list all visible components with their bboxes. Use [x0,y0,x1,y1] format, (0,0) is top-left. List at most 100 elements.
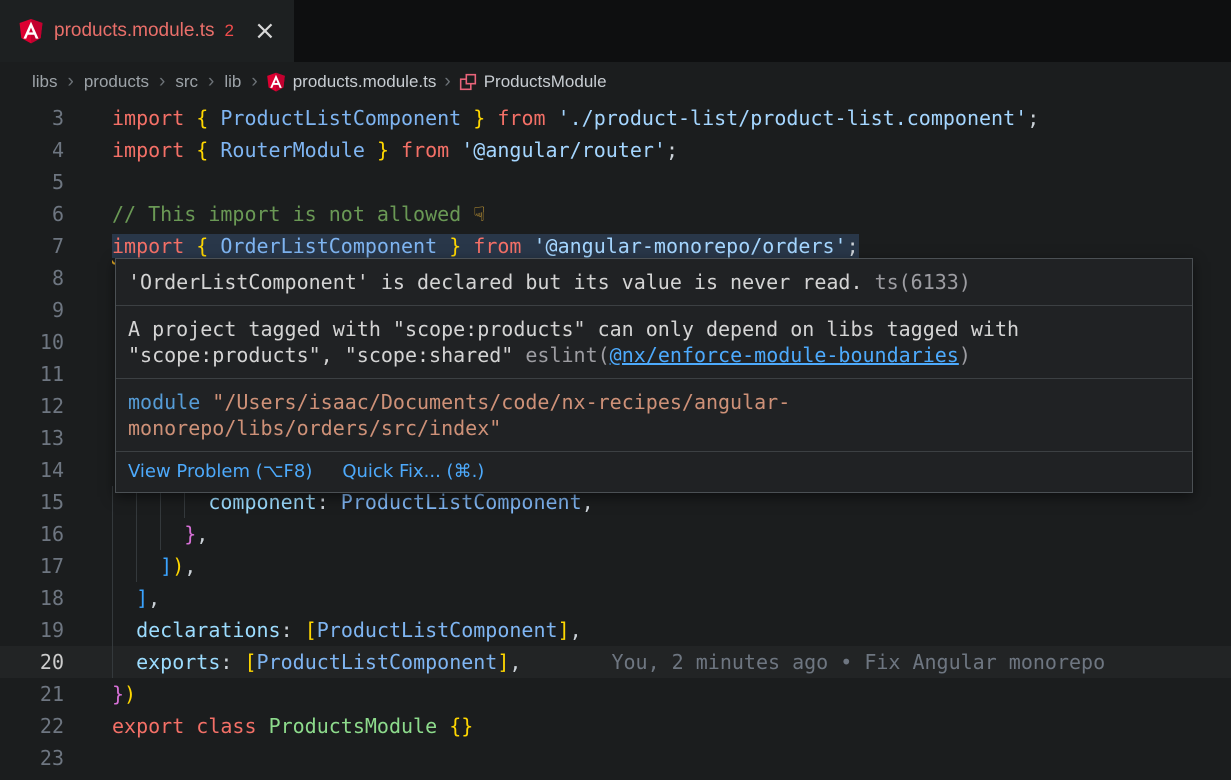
breadcrumb-item[interactable]: products [82,72,151,92]
code-line-3[interactable]: 3import { ProductListComponent } from '.… [0,102,1231,134]
code-token: } [112,682,124,706]
line-number[interactable]: 12 [0,390,64,422]
code-token [112,618,136,642]
line-number[interactable]: 6 [0,198,64,230]
code-line-22[interactable]: 22export class ProductsModule {} [0,710,1231,742]
view-problem-action[interactable]: View Problem (⌥F8) [128,459,312,485]
code-token [208,106,220,130]
code-token: component [208,490,316,514]
code-token: ☟ [473,202,485,226]
code-text: import { ProductListComponent } from './… [64,102,1231,134]
code-text [64,166,1231,198]
code-line-17[interactable]: 17 ]), [0,550,1231,582]
code-token [437,714,449,738]
code-line-21[interactable]: 21}) [0,678,1231,710]
code-token [184,234,196,258]
indent-guide [112,518,113,550]
line-number[interactable]: 17 [0,550,64,582]
code-token: , [148,586,160,610]
code-token: class [196,714,256,738]
ts-diagnostic-source: ts(6133) [875,270,971,294]
code-token [437,234,449,258]
line-number[interactable]: 21 [0,678,64,710]
eslint-rule-link[interactable]: @nx/enforce-module-boundaries [610,343,959,367]
indent-guide [136,550,137,582]
chevron-right-icon: › [243,71,265,93]
indent-guide [160,518,161,550]
ts-diagnostic-message: 'OrderListComponent' is declared but its… [128,270,863,294]
chevron-right-icon: › [436,71,458,93]
breadcrumb-item[interactable]: libs [30,72,60,92]
line-number[interactable]: 10 [0,326,64,358]
breadcrumb-symbol[interactable]: ProductsModule [459,72,607,92]
code-line-19[interactable]: 19 declarations: [ProductListComponent], [0,614,1231,646]
line-number[interactable]: 7 [0,230,64,262]
hover-ts-diagnostic: 'OrderListComponent' is declared but its… [116,259,1192,305]
close-icon[interactable]: × [254,18,276,44]
code-token: '@angular-monorepo/orders' [534,234,847,258]
tab-products-module[interactable]: products.module.ts 2 × [0,0,294,62]
breadcrumb-item[interactable]: src [173,72,200,92]
breadcrumb-item[interactable]: lib [222,72,243,92]
line-number[interactable]: 13 [0,422,64,454]
breadcrumb: libs›products›src›lib› products.module.t… [0,62,1231,102]
code-token: ] [497,650,509,674]
class-symbol-icon [459,73,477,91]
code-token: from [401,138,449,162]
code-token: { [196,234,208,258]
angular-icon [18,18,44,44]
code-token: declarations [136,618,281,642]
code-text: import { RouterModule } from '@angular/r… [64,134,1231,166]
code-line-5[interactable]: 5 [0,166,1231,198]
indent-guide [112,614,113,646]
code-token: , [196,522,208,546]
code-line-20[interactable]: 20 exports: [ProductListComponent],You, … [0,646,1231,678]
code-token: } [473,106,485,130]
code-token [184,714,196,738]
code-token: { [196,138,208,162]
code-token: } [184,522,196,546]
line-number[interactable]: 5 [0,166,64,198]
line-number[interactable]: 8 [0,262,64,294]
eslint-source-suffix: ) [959,343,971,367]
chevron-right-icon: › [60,71,82,93]
code-token [112,650,136,674]
line-number[interactable]: 22 [0,710,64,742]
code-token [461,234,473,258]
code-line-6[interactable]: 6// This import is not allowed ☟ [0,198,1231,230]
code-token [208,234,220,258]
line-number[interactable]: 18 [0,582,64,614]
line-number[interactable]: 23 [0,742,64,774]
quick-fix-action[interactable]: Quick Fix... (⌘.) [342,459,484,485]
code-token [184,138,196,162]
line-number[interactable]: 14 [0,454,64,486]
code-line-4[interactable]: 4import { RouterModule } from '@angular/… [0,134,1231,166]
code-line-23[interactable]: 23 [0,742,1231,774]
code-token: ] [160,554,172,578]
code-token: [ [305,618,317,642]
vscode-editor-window: products.module.ts 2 × libs›products›src… [0,0,1231,780]
code-text [64,742,1231,774]
code-token: ) [124,682,136,706]
code-token [449,138,461,162]
code-token: import [112,106,184,130]
code-token: ] [558,618,570,642]
line-number[interactable]: 4 [0,134,64,166]
breadcrumb-file[interactable]: products.module.ts [266,72,437,92]
line-number[interactable]: 9 [0,294,64,326]
line-number[interactable]: 16 [0,518,64,550]
code-line-18[interactable]: 18 ], [0,582,1231,614]
line-number[interactable]: 20 [0,646,64,678]
code-text: ], [64,582,1231,614]
code-token: ; [1027,106,1039,130]
line-number[interactable]: 3 [0,102,64,134]
code-token: [ [244,650,256,674]
hover-module-info: module "/Users/isaac/Documents/code/nx-r… [116,378,1192,451]
line-number[interactable]: 11 [0,358,64,390]
code-token: RouterModule [220,138,365,162]
line-number[interactable]: 15 [0,486,64,518]
angular-icon [266,72,286,92]
code-line-16[interactable]: 16 }, [0,518,1231,550]
breadcrumb-symbol-label: ProductsModule [484,72,607,92]
line-number[interactable]: 19 [0,614,64,646]
